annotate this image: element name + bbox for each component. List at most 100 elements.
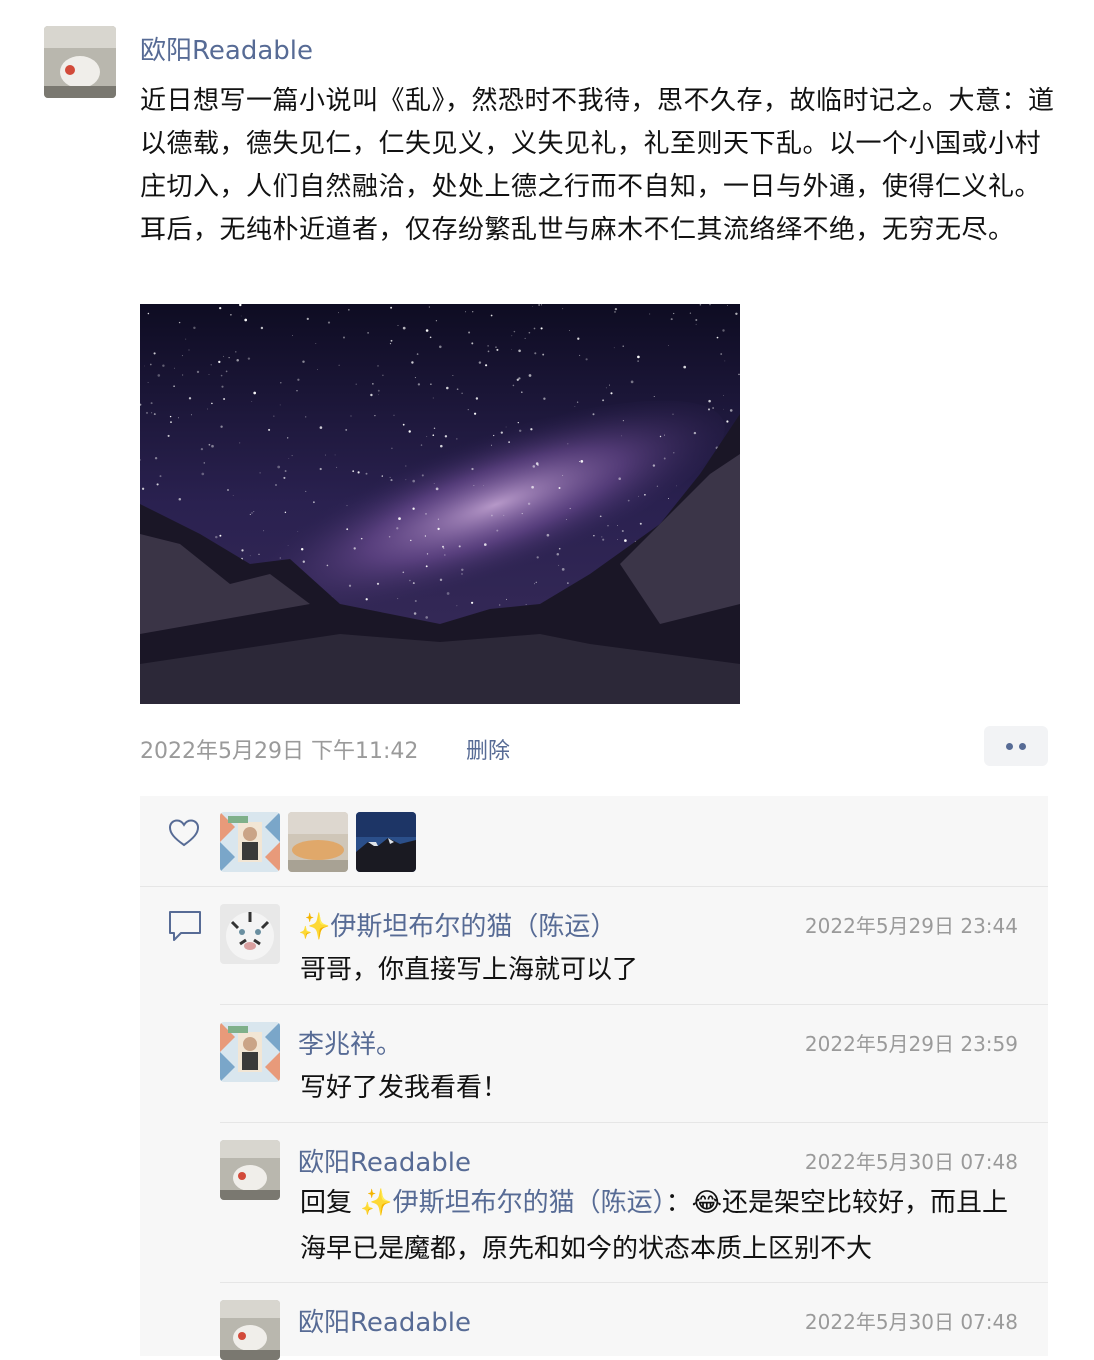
star [475, 397, 479, 400]
star [284, 470, 287, 472]
star [439, 345, 442, 349]
star [426, 553, 429, 555]
star [159, 475, 162, 478]
star [473, 485, 475, 486]
like-avatar[interactable] [220, 812, 280, 872]
like-avatar[interactable] [356, 812, 416, 872]
star [528, 374, 532, 377]
star [227, 489, 229, 491]
star [693, 431, 697, 435]
star [382, 374, 384, 377]
star [219, 534, 222, 537]
star [500, 431, 503, 434]
star [585, 358, 588, 361]
comment-text[interactable]: 回复 ✨伊斯坦布尔的猫（陈运）：😂还是架空比较好，而且上海早已是魔都，原先和如今… [300, 1180, 1030, 1272]
star [517, 421, 519, 424]
star [656, 485, 659, 487]
star [173, 367, 175, 369]
star [297, 531, 299, 532]
star [446, 386, 449, 390]
star [288, 458, 290, 459]
star [306, 317, 309, 321]
star [421, 474, 424, 477]
star [296, 390, 298, 392]
author-name[interactable]: 欧阳Readable [140, 30, 313, 67]
star [253, 391, 257, 395]
laugh-cry-emoji-icon: 😂 [691, 1188, 723, 1218]
commenter-name[interactable]: 欧阳Readable [298, 1302, 471, 1339]
star [535, 581, 537, 583]
star [729, 409, 733, 412]
post-photo[interactable] [140, 304, 740, 704]
post-time: 2022年5月29日 下午11:42 [140, 739, 419, 764]
star [663, 457, 666, 460]
star [452, 375, 454, 376]
star [350, 415, 352, 417]
star [508, 441, 510, 443]
star [259, 472, 261, 474]
star [374, 414, 376, 417]
star [644, 493, 646, 496]
delete-link[interactable]: 删除 [466, 733, 510, 765]
star [170, 421, 172, 423]
star [188, 397, 192, 400]
star [724, 360, 726, 362]
star [211, 444, 214, 448]
like-avatar[interactable] [288, 812, 348, 872]
star [556, 553, 560, 556]
star [348, 584, 352, 587]
star [376, 582, 380, 585]
star [178, 321, 181, 324]
star [326, 564, 329, 567]
star [524, 337, 526, 339]
star [429, 336, 432, 339]
star [511, 349, 513, 350]
commenter-avatar[interactable] [220, 904, 280, 964]
star [402, 571, 405, 574]
star [280, 382, 282, 384]
star [207, 408, 209, 410]
commenter-name[interactable]: 欧阳Readable [298, 1142, 471, 1179]
star [533, 327, 536, 330]
commenter-avatar[interactable] [220, 1140, 280, 1200]
star [291, 455, 293, 457]
star [653, 396, 655, 398]
star [562, 308, 564, 310]
star [461, 392, 463, 394]
commenter-name[interactable]: 李兆祥。 [298, 1024, 402, 1061]
star [567, 443, 569, 445]
star [381, 475, 383, 477]
star [531, 485, 534, 489]
star [499, 604, 501, 606]
star [220, 425, 223, 428]
star [279, 404, 281, 406]
star [435, 487, 439, 491]
star [225, 370, 228, 373]
star [292, 335, 293, 337]
star [236, 358, 239, 362]
star [465, 311, 467, 313]
more-options-button[interactable] [984, 726, 1048, 766]
star [398, 517, 401, 520]
commenter-avatar[interactable] [220, 1022, 280, 1082]
star [624, 539, 627, 542]
star [150, 402, 153, 405]
star [297, 378, 300, 381]
star [402, 423, 405, 426]
star [432, 434, 435, 437]
reply-target-name[interactable]: ✨伊斯坦布尔的猫（陈运） [360, 1188, 665, 1218]
star [491, 444, 492, 446]
star [287, 544, 289, 546]
comment-text[interactable]: 写好了发我看看！ [300, 1065, 1030, 1111]
star [428, 306, 430, 308]
comment-text[interactable]: 哥哥，你直接写上海就可以了 [300, 947, 1030, 993]
star [513, 330, 516, 333]
star [565, 519, 567, 520]
star [485, 364, 488, 367]
star [402, 326, 406, 330]
star [316, 369, 318, 371]
author-avatar[interactable] [44, 26, 116, 98]
commenter-avatar[interactable] [220, 1300, 280, 1360]
star [726, 305, 728, 307]
commenter-name[interactable]: ✨伊斯坦布尔的猫（陈运） [298, 906, 616, 943]
